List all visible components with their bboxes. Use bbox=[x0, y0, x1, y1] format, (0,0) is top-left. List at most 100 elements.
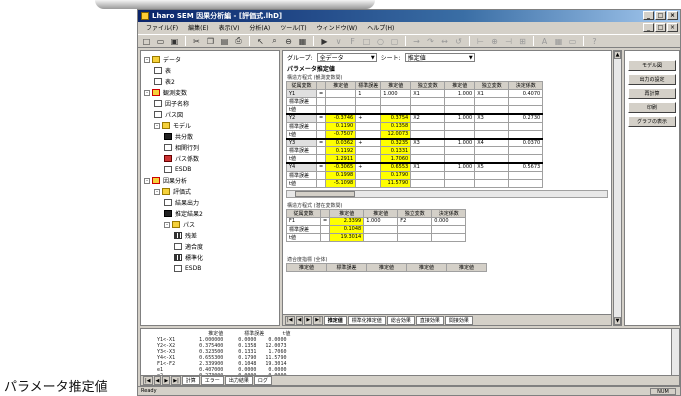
table-cell[interactable] bbox=[508, 129, 544, 139]
table-cell[interactable]: = bbox=[315, 162, 327, 172]
table-cell[interactable] bbox=[410, 121, 446, 131]
row-variable-cell[interactable]: Y3 bbox=[286, 137, 317, 147]
action-button[interactable]: 印刷 bbox=[628, 102, 676, 113]
table-cell[interactable] bbox=[325, 97, 357, 106]
rect-icon[interactable]: □ bbox=[361, 36, 372, 46]
table-cell[interactable] bbox=[410, 129, 446, 139]
table-cell[interactable]: X1 bbox=[410, 162, 446, 172]
close-button[interactable]: × bbox=[667, 11, 678, 20]
table-cell[interactable] bbox=[474, 121, 510, 131]
table-cell[interactable]: 0.000 bbox=[431, 216, 467, 226]
action-button[interactable]: モデル図 bbox=[628, 60, 676, 71]
table-cell[interactable]: 0.0370 bbox=[508, 137, 544, 147]
tree-node[interactable]: 表2 bbox=[144, 76, 279, 87]
child-close-button[interactable]: × bbox=[667, 23, 678, 32]
table-cell[interactable] bbox=[355, 129, 382, 139]
table-cell[interactable]: 0.3235 bbox=[380, 137, 412, 147]
table-cell[interactable] bbox=[363, 232, 399, 242]
table-cell[interactable] bbox=[325, 105, 357, 115]
tree-node[interactable]: - 評価式 bbox=[144, 186, 279, 197]
sheet-tab[interactable]: 総合効果 bbox=[386, 315, 415, 325]
table-cell[interactable] bbox=[315, 105, 327, 115]
table-cell[interactable]: 1.7060 bbox=[380, 154, 412, 164]
action-button[interactable]: 再計算 bbox=[628, 88, 676, 99]
expand-toggle-icon[interactable]: - bbox=[154, 122, 160, 129]
tree-node[interactable]: - 観測変数 bbox=[144, 87, 279, 98]
table-cell[interactable]: 0.3754 bbox=[380, 113, 412, 123]
table-cell[interactable]: 1.000 bbox=[444, 89, 476, 98]
table-cell[interactable] bbox=[410, 178, 446, 188]
table-cell[interactable]: 1.000 bbox=[444, 113, 476, 123]
maximize-button[interactable]: □ bbox=[655, 11, 666, 20]
paste-icon[interactable]: ▤ bbox=[219, 36, 230, 46]
sheet-tab[interactable]: 間接効果 bbox=[444, 315, 473, 325]
tree-node[interactable]: 適合度 bbox=[144, 241, 279, 252]
table-cell[interactable]: 11.5790 bbox=[380, 178, 412, 188]
scroll-up-icon[interactable]: ▲ bbox=[614, 51, 621, 59]
table-cell[interactable]: 標準誤差 bbox=[286, 146, 317, 155]
table-cell[interactable]: 標準誤差 bbox=[286, 121, 317, 131]
table-cell[interactable] bbox=[474, 97, 510, 106]
table-cell[interactable]: 0.1358 bbox=[380, 121, 412, 131]
first-tab-button[interactable]: |◀ bbox=[143, 376, 153, 385]
last-sheet-button[interactable]: ▶| bbox=[313, 315, 323, 325]
table-cell[interactable] bbox=[508, 121, 544, 131]
scroll-thumb[interactable] bbox=[295, 190, 355, 197]
table-cell[interactable]: 1.000 bbox=[380, 89, 412, 98]
menu-analysis[interactable]: 分析(A) bbox=[244, 23, 275, 32]
table-cell[interactable] bbox=[508, 178, 544, 188]
tree-node[interactable]: - パス bbox=[144, 219, 279, 230]
table-cell[interactable] bbox=[355, 97, 382, 106]
table-cell[interactable]: 標準誤差 bbox=[286, 170, 317, 180]
tree-node[interactable]: - モデル bbox=[144, 120, 279, 131]
table-cell[interactable]: 0.0362 bbox=[325, 137, 357, 147]
table-cell[interactable] bbox=[325, 89, 357, 98]
tree-node[interactable]: 相関行列 bbox=[144, 142, 279, 153]
tree-node[interactable]: - 因果分析 bbox=[144, 175, 279, 186]
table-cell[interactable] bbox=[474, 170, 510, 180]
table-cell[interactable]: t値 bbox=[286, 178, 317, 188]
table-cell[interactable]: X4 bbox=[474, 137, 510, 147]
distribute-icon[interactable]: ⊞ bbox=[517, 36, 528, 46]
tree-node[interactable]: 因子名称 bbox=[144, 98, 279, 109]
output-tab[interactable]: 計算 bbox=[181, 376, 200, 385]
tree-node[interactable]: ESDB bbox=[144, 263, 279, 274]
print-icon[interactable]: ⎙ bbox=[233, 36, 244, 46]
menu-view[interactable]: 表示(V) bbox=[214, 23, 245, 32]
table-cell[interactable]: 0.1998 bbox=[325, 170, 357, 180]
tree-node[interactable]: パス係数 bbox=[144, 153, 279, 164]
prev-sheet-button[interactable]: ◀ bbox=[295, 315, 304, 325]
table-cell[interactable]: X1 bbox=[410, 89, 446, 98]
table-cell[interactable]: + bbox=[355, 113, 382, 123]
zoom-out-icon[interactable]: ⊖ bbox=[283, 36, 294, 46]
table-cell[interactable]: -0.7507 bbox=[325, 129, 357, 139]
row-variable-cell[interactable]: Y1 bbox=[286, 89, 317, 98]
output-scrollbar[interactable] bbox=[671, 329, 679, 375]
tree-node[interactable]: 表 bbox=[144, 65, 279, 76]
sheet-tab[interactable]: 標準化推定値 bbox=[347, 315, 386, 325]
menu-edit[interactable]: 編集(E) bbox=[183, 23, 213, 32]
child-minimize-button[interactable]: _ bbox=[643, 23, 654, 32]
table-cell[interactable]: 0.6553 bbox=[380, 162, 412, 172]
table-cell[interactable]: 1.2911 bbox=[325, 154, 357, 164]
align-center-icon[interactable]: ⊕ bbox=[489, 36, 500, 46]
sheet-tab[interactable]: 推定値 bbox=[323, 315, 347, 325]
table-cell[interactable]: 1.000 bbox=[363, 216, 399, 226]
table-cell[interactable] bbox=[474, 105, 510, 115]
cut-icon[interactable]: ✂ bbox=[191, 36, 202, 46]
output-tab[interactable]: ログ bbox=[253, 376, 272, 385]
double-arrow-icon[interactable]: ↔ bbox=[439, 36, 450, 46]
save-icon[interactable]: ▣ bbox=[169, 36, 180, 46]
table-cell[interactable] bbox=[444, 121, 476, 131]
table-cell[interactable] bbox=[508, 170, 544, 180]
path-arrow-icon[interactable]: → bbox=[411, 36, 422, 46]
table-cell[interactable] bbox=[474, 178, 510, 188]
zoom-icon[interactable]: ⌕ bbox=[269, 36, 280, 46]
tree-node[interactable]: パス図 bbox=[144, 109, 279, 120]
tree-node[interactable]: ESDB bbox=[144, 164, 279, 175]
table-cell[interactable] bbox=[444, 97, 476, 106]
table-cell[interactable] bbox=[380, 97, 412, 106]
title-bar[interactable]: Lharo SEM 因果分析編 - [評価式.lhD] _ □ × bbox=[138, 10, 680, 22]
table-cell[interactable] bbox=[444, 170, 476, 180]
table-cell[interactable] bbox=[431, 232, 467, 242]
